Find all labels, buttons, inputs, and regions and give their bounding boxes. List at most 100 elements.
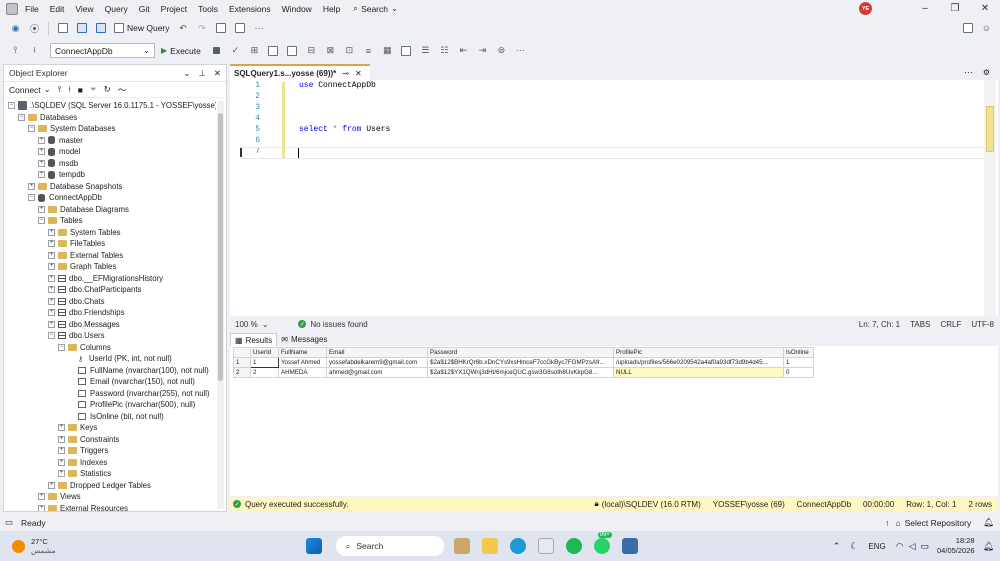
- column-header-isonline[interactable]: IsOnline: [783, 347, 814, 358]
- code-line[interactable]: use ConnectAppDb: [299, 81, 376, 90]
- query-options-icon[interactable]: [267, 44, 280, 57]
- paste-icon[interactable]: [234, 22, 247, 35]
- menu-extensions[interactable]: Extensions: [229, 4, 271, 14]
- tree-node[interactable]: + dbo.Chats: [48, 296, 105, 308]
- collapse-icon[interactable]: −: [38, 217, 45, 225]
- table-cell[interactable]: yossefabdelkarem9@gmail.com: [326, 357, 428, 368]
- tree-node[interactable]: + master: [38, 135, 83, 147]
- connect-dropdown[interactable]: Connect ⌄: [9, 84, 51, 95]
- tab-overflow-icon[interactable]: ⋯: [964, 67, 973, 78]
- close-button[interactable]: ✕: [970, 3, 1000, 14]
- taskbar-search[interactable]: ⌕ Search: [335, 536, 444, 556]
- weather-sun-icon[interactable]: [12, 539, 25, 553]
- spotify-icon[interactable]: [565, 538, 582, 554]
- expand-icon[interactable]: +: [48, 240, 55, 248]
- expand-icon[interactable]: +: [48, 251, 55, 259]
- refresh-icon[interactable]: ↻: [104, 84, 111, 95]
- editor-scrollbar[interactable]: [984, 80, 996, 316]
- tab-results[interactable]: ▦ Results: [230, 333, 278, 346]
- database-select[interactable]: ConnectAppDb ⌄: [50, 43, 155, 58]
- tree-node[interactable]: + Dropped Ledger Tables: [48, 480, 151, 492]
- file-explorer-icon[interactable]: [481, 538, 498, 554]
- results-to-text-icon[interactable]: ≡: [362, 44, 375, 57]
- close-icon[interactable]: ✕: [214, 68, 221, 79]
- sql-editor[interactable]: 1 use ConnectAppDb 2 3 4 5 select * from Users…: [230, 80, 998, 316]
- intellisense-icon[interactable]: [286, 44, 299, 57]
- expand-icon[interactable]: +: [48, 228, 55, 236]
- change-connection-icon[interactable]: ⫮: [28, 44, 41, 57]
- menu-edit[interactable]: Edit: [50, 4, 65, 14]
- comment-icon[interactable]: ☰: [419, 44, 432, 57]
- copy-icon[interactable]: [215, 22, 228, 35]
- tree-node[interactable]: + Statistics: [58, 468, 111, 480]
- table-cell[interactable]: Yossef Ahmed: [278, 357, 327, 368]
- row-number[interactable]: 1: [233, 357, 251, 368]
- connect-plug-icon[interactable]: ⫯: [58, 84, 62, 95]
- tree-node[interactable]: − .\SQLDEV (SQL Server 16.0.1175.1 - YOSS…: [8, 100, 216, 112]
- pin-icon[interactable]: ⊸: [342, 69, 349, 78]
- tree-node[interactable]: + Views: [38, 491, 81, 503]
- menu-view[interactable]: View: [75, 4, 93, 14]
- expand-icon[interactable]: +: [38, 504, 45, 511]
- tree-node[interactable]: + dbo.__EFMigrationsHistory: [48, 273, 163, 285]
- expand-icon[interactable]: +: [48, 263, 55, 271]
- tree-node[interactable]: + FileTables: [48, 238, 105, 250]
- live-share-icon[interactable]: [961, 22, 974, 35]
- volume-icon[interactable]: ◁: [909, 541, 916, 552]
- notification-center-icon[interactable]: 🔔︎: [983, 541, 994, 552]
- zoom-select[interactable]: 100 %: [235, 320, 258, 329]
- tree-node[interactable]: FullName (nvarchar(100), not null): [68, 365, 209, 377]
- tree-node[interactable]: + External Resources: [38, 503, 128, 511]
- expand-icon[interactable]: +: [58, 424, 65, 432]
- stop-icon[interactable]: [210, 44, 223, 57]
- close-icon[interactable]: ✕: [355, 69, 362, 78]
- expand-icon[interactable]: +: [48, 286, 55, 294]
- undo-icon[interactable]: ↶: [177, 22, 190, 35]
- restore-button[interactable]: ❐: [940, 3, 970, 14]
- task-view-icon[interactable]: [453, 538, 470, 554]
- expand-icon[interactable]: +: [48, 274, 55, 282]
- expand-icon[interactable]: +: [58, 447, 65, 455]
- chevron-up-icon[interactable]: ⌃: [833, 541, 841, 552]
- indent-mode[interactable]: TABS: [910, 320, 930, 329]
- expand-icon[interactable]: +: [58, 435, 65, 443]
- expand-icon[interactable]: +: [48, 481, 55, 489]
- output-icon[interactable]: ▭: [5, 517, 13, 528]
- tree-node[interactable]: + tempdb: [38, 169, 85, 181]
- tree-node[interactable]: + Database Diagrams: [38, 204, 129, 216]
- tree-node[interactable]: + dbo.Friendships: [48, 307, 124, 319]
- network-monitor-icon[interactable]: ☾: [850, 541, 858, 552]
- menu-project[interactable]: Project: [161, 4, 187, 14]
- collapse-icon[interactable]: −: [58, 343, 65, 351]
- tree-node[interactable]: − Databases: [18, 112, 77, 124]
- live-stats-icon[interactable]: ⊠: [324, 44, 337, 57]
- issues-status[interactable]: No issues found: [310, 320, 367, 329]
- increase-indent-icon[interactable]: ⇥: [476, 44, 489, 57]
- activity-monitor-icon[interactable]: 〜: [118, 84, 127, 96]
- expand-icon[interactable]: +: [38, 159, 45, 167]
- column-header-profilepic[interactable]: ProfilePic: [613, 347, 784, 358]
- pin-icon[interactable]: ⊥: [198, 68, 205, 79]
- tree-node[interactable]: + msdb: [38, 158, 78, 170]
- stop-icon[interactable]: ■: [78, 85, 83, 95]
- tree-node[interactable]: ProfilePic (nvarchar(500), null): [68, 399, 195, 411]
- avatar[interactable]: YE: [859, 2, 872, 15]
- table-cell[interactable]: /uploads/profiles/566e0209542a4af0a93df7…: [613, 357, 784, 368]
- code-line[interactable]: select * from Users: [299, 125, 390, 134]
- notifications-icon[interactable]: 🔔︎: [983, 517, 994, 528]
- line-ending[interactable]: CRLF: [940, 320, 961, 329]
- results-to-grid-icon[interactable]: ▦: [381, 44, 394, 57]
- decrease-indent-icon[interactable]: ⇤: [457, 44, 470, 57]
- whatsapp-icon[interactable]: 99+: [593, 532, 612, 554]
- expand-icon[interactable]: +: [28, 182, 35, 190]
- language-indicator[interactable]: ENG: [868, 542, 885, 551]
- table-row[interactable]: 1 1 Yossef Ahmed yossefabdelkarem9@gmail…: [233, 357, 814, 368]
- new-query-button[interactable]: New Query: [114, 23, 170, 33]
- column-header-password[interactable]: Password: [427, 347, 614, 358]
- battery-icon[interactable]: ▭: [921, 541, 930, 552]
- table-cell[interactable]: 1: [783, 357, 814, 368]
- new-project-icon[interactable]: [56, 22, 69, 35]
- tree-node[interactable]: − dbo.Users: [48, 330, 105, 342]
- tree-node[interactable]: + dbo.ChatParticipants: [48, 284, 141, 296]
- store-icon[interactable]: [537, 538, 554, 554]
